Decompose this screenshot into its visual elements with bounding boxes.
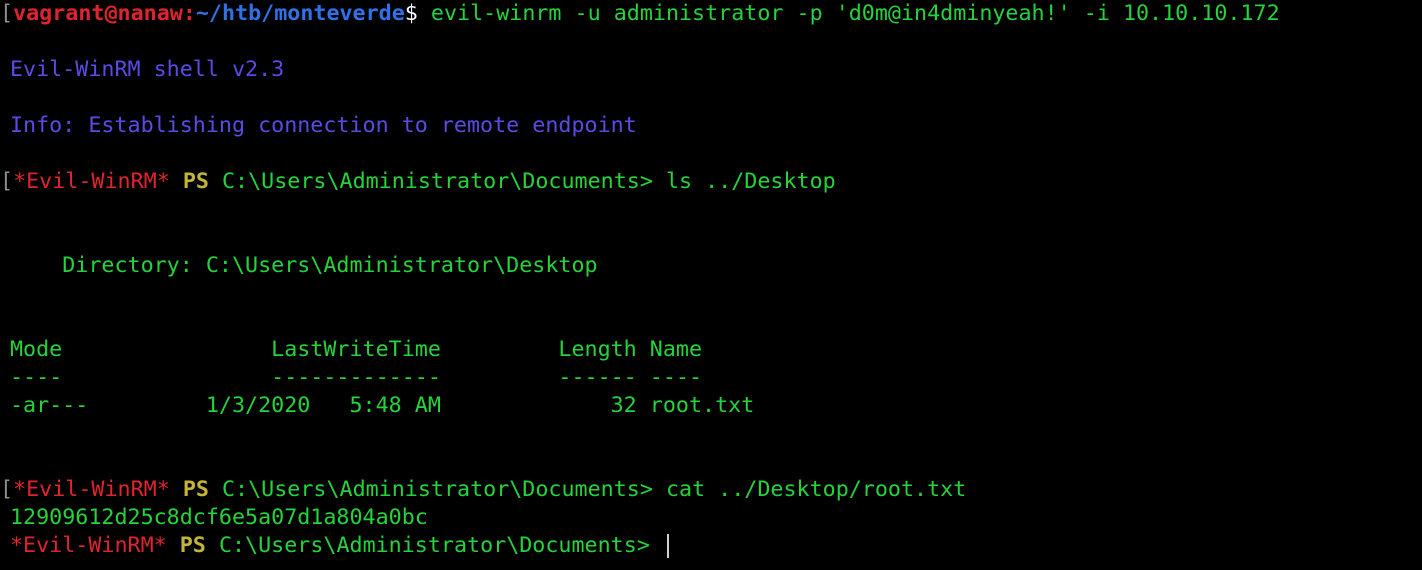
- winrm-prompt-line: [*Evil-WinRM* PS C:\Users\Administrator\…: [0, 476, 1422, 504]
- prompt-path: ~/htb/monteverde: [195, 1, 405, 26]
- file-content-output: 12909612d25c8dcf6e5a07d1a804a0bc: [10, 505, 428, 530]
- ps-label: PS: [182, 169, 209, 194]
- prompt-colon: :: [182, 1, 196, 26]
- winrm-command: cat ../Desktop/root.txt: [665, 477, 967, 502]
- winrm-label: *Evil-WinRM*: [10, 533, 167, 558]
- winrm-cwd: C:\Users\Administrator\Documents>: [222, 169, 653, 194]
- table-header: Mode LastWriteTime Length Name: [10, 337, 703, 362]
- winrm-prompt-line: [*Evil-WinRM* PS C:\Users\Administrator\…: [0, 168, 1422, 196]
- directory-line: Directory: C:\Users\Administrator\Deskto…: [10, 253, 598, 278]
- ps-label: PS: [179, 533, 206, 558]
- prompt-userhost: vagrant@nanaw: [13, 1, 183, 26]
- winrm-bracket: [: [0, 477, 14, 502]
- text-cursor[interactable]: [666, 534, 669, 558]
- prompt-dollar: $: [404, 1, 431, 26]
- shell-command: evil-winrm -u administrator -p 'd0m@in4d…: [430, 1, 1280, 26]
- banner-text: Evil-WinRM shell v2.3: [10, 57, 285, 82]
- terminal-window[interactable]: [vagrant@nanaw:~/htb/monteverde$ evil-wi…: [0, 0, 1422, 570]
- winrm-active-prompt-line[interactable]: *Evil-WinRM* PS C:\Users\Administrator\D…: [10, 532, 1422, 560]
- winrm-cwd: C:\Users\Administrator\Documents>: [218, 533, 650, 558]
- table-underline: ---- ------------- ------ ----: [10, 365, 703, 390]
- winrm-bracket: [: [0, 169, 14, 194]
- winrm-cwd: C:\Users\Administrator\Documents>: [222, 477, 653, 502]
- info-text: Info: Establishing connection to remote …: [10, 113, 637, 138]
- winrm-label: *Evil-WinRM*: [13, 169, 170, 194]
- ps-label: PS: [182, 477, 209, 502]
- winrm-label: *Evil-WinRM*: [13, 477, 170, 502]
- winrm-command: ls ../Desktop: [665, 169, 836, 194]
- table-row: -ar--- 1/3/2020 5:48 AM 32 root.txt: [10, 393, 755, 418]
- shell-prompt-line: [vagrant@nanaw:~/htb/monteverde$ evil-wi…: [0, 0, 1422, 28]
- prompt-bracket: [: [0, 1, 14, 26]
